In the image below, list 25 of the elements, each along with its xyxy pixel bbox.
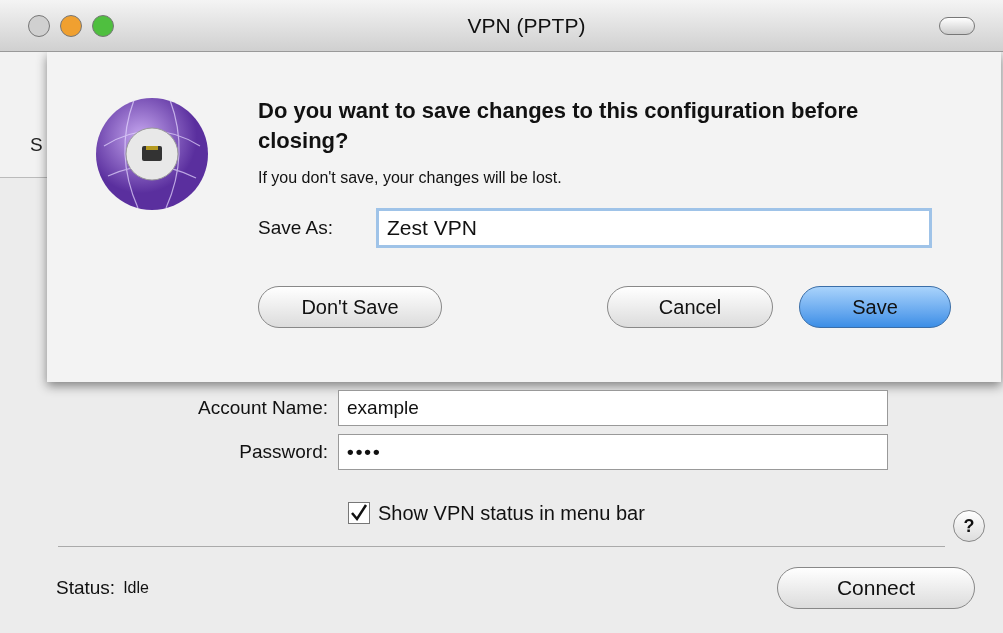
field-label: Password: [238,439,329,464]
vpn-status-checkbox[interactable] [348,502,370,524]
save-as-field[interactable]: Zest VPN [376,208,932,248]
dialog-button[interactable]: Don't Save [258,286,442,328]
status-value: Idle [123,578,149,598]
network-globe-icon [94,96,210,212]
account-name-field[interactable]: example [338,390,888,426]
close-button[interactable] [28,14,50,37]
password-field[interactable]: •••• [338,434,888,470]
zoom-button[interactable] [92,14,114,37]
field-label: Account Name: [197,395,329,420]
window-title: VPN (PPTP) [467,12,586,39]
minimize-button[interactable] [60,14,82,37]
save-as-label: Save As: [258,215,334,240]
dialog-heading: Do you want to save changes to this configuration before closing? [258,97,860,155]
status-label: Status: [56,575,116,600]
dialog-message: If you don't save, your changes will be lost. [258,168,563,188]
dialog-button[interactable]: Save [799,286,951,328]
checkbox-label: Show VPN status in menu bar [378,501,645,526]
checkmark-icon [350,504,368,522]
toolbar-toggle-button[interactable] [939,16,975,35]
help-button[interactable]: ? [953,510,985,542]
toolbar-label: S [30,132,43,157]
dialog-button[interactable]: Cancel [607,286,773,328]
connect-button[interactable]: Connect [777,567,975,609]
